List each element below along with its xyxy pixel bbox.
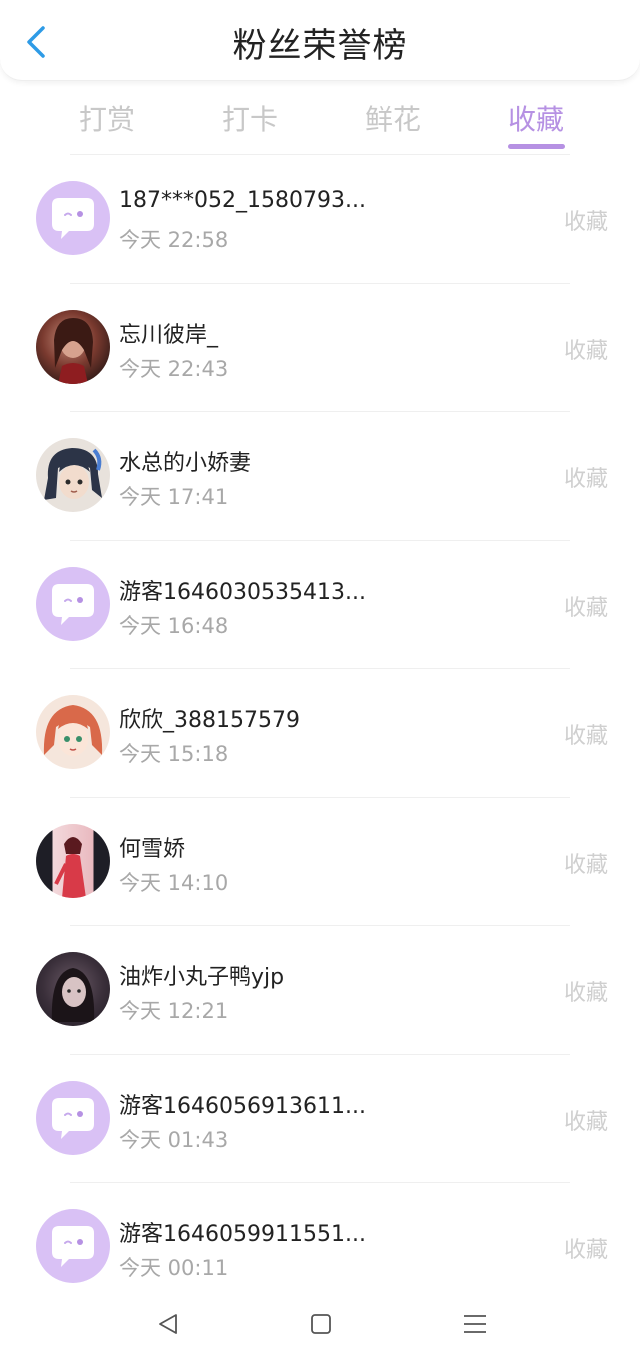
avatar[interactable] — [36, 181, 110, 255]
avatar[interactable] — [36, 566, 110, 641]
nav-back-button[interactable] — [148, 1304, 188, 1344]
active-tab-indicator — [508, 144, 565, 149]
list-item[interactable]: 187***052_1580793... 今天 22:58 收藏 — [0, 154, 640, 283]
list-item[interactable]: 游客1646030535413... 今天 16:48 收藏 — [0, 539, 640, 669]
tab-checkin[interactable]: 打卡 — [190, 98, 310, 138]
avatar[interactable] — [36, 1209, 110, 1283]
fan-name: 油炸小丸子鸭yjp — [119, 965, 285, 990]
fan-time: 今天 01:43 — [119, 1127, 229, 1152]
fan-time: 今天 22:43 — [119, 356, 229, 381]
avatar[interactable] — [36, 438, 110, 512]
action-label: 收藏 — [563, 981, 608, 1006]
fan-time: 今天 00:11 — [119, 1256, 229, 1280]
fan-name: 欣欣_388157579 — [119, 708, 300, 733]
fan-time: 今天 22:58 — [119, 228, 229, 252]
avatar[interactable] — [36, 309, 110, 384]
fan-time: 今天 17:41 — [119, 485, 229, 509]
user-photo-icon — [51, 968, 95, 1022]
list-item[interactable]: 何雪娇 今天 14:10 收藏 — [0, 796, 640, 926]
list-item[interactable]: 水总的小娇妻 今天 17:41 收藏 — [0, 411, 640, 540]
list-item[interactable]: 忘川彼岸_ 今天 22:43 收藏 — [0, 282, 640, 412]
tab-flowers[interactable]: 鲜花 — [333, 98, 453, 138]
avatar[interactable] — [36, 952, 110, 1026]
fan-list: 187***052_1580793... 今天 22:58 收藏 忘川彼岸_ 今… — [0, 154, 640, 1311]
tab-bar: 打赏 打卡 鲜花 收藏 — [0, 88, 640, 152]
avatar[interactable] — [36, 823, 110, 898]
divider — [70, 1182, 570, 1183]
action-label: 收藏 — [563, 595, 608, 621]
fan-name: 何雪娇 — [119, 836, 186, 862]
fan-name: 水总的小娇妻 — [119, 451, 252, 476]
action-label: 收藏 — [563, 210, 608, 235]
default-chat-avatar-icon — [52, 1226, 94, 1267]
action-label: 收藏 — [563, 724, 608, 749]
avatar[interactable] — [36, 695, 110, 769]
back-triangle-icon — [159, 1314, 177, 1334]
divider — [70, 668, 570, 669]
anime-avatar-icon — [44, 448, 102, 500]
top-bar: 粉丝荣誉榜 — [0, 0, 640, 81]
user-photo-icon — [54, 836, 86, 898]
fan-time: 今天 16:48 — [119, 613, 229, 638]
divider — [70, 539, 570, 541]
system-navigation-bar — [0, 1290, 640, 1359]
avatar[interactable] — [36, 1080, 110, 1155]
action-label: 收藏 — [563, 1238, 608, 1263]
fan-name: 游客1646030535413... — [119, 579, 366, 605]
tab-favorites[interactable]: 收藏 — [476, 98, 596, 138]
user-photo-icon — [54, 317, 93, 384]
divider — [70, 1053, 570, 1055]
action-label: 收藏 — [563, 1109, 608, 1135]
divider — [70, 925, 570, 926]
fan-time: 今天 15:18 — [119, 742, 229, 766]
action-label: 收藏 — [563, 338, 608, 364]
default-chat-avatar-icon — [52, 1097, 94, 1139]
page-title: 粉丝荣誉榜 — [232, 26, 408, 66]
fan-name: 游客1646059911551... — [119, 1222, 366, 1247]
menu-lines-icon — [464, 1315, 486, 1333]
default-chat-avatar-icon — [52, 583, 94, 625]
divider — [70, 154, 570, 155]
home-square-icon — [311, 1314, 331, 1334]
fan-name: 游客1646056913611... — [119, 1093, 366, 1119]
nav-menu-button[interactable] — [455, 1304, 495, 1344]
nav-home-button[interactable] — [301, 1304, 341, 1344]
divider — [70, 411, 570, 412]
list-item[interactable]: 游客1646056913611... 今天 01:43 收藏 — [0, 1053, 640, 1183]
tab-reward[interactable]: 打赏 — [47, 98, 167, 138]
divider — [70, 796, 570, 798]
fan-time: 今天 12:21 — [119, 999, 229, 1023]
fan-name: 187***052_1580793... — [119, 188, 366, 213]
divider — [70, 282, 570, 284]
action-label: 收藏 — [563, 852, 608, 878]
fan-name: 忘川彼岸_ — [119, 322, 219, 348]
anime-avatar-icon — [43, 705, 103, 756]
list-item[interactable]: 欣欣_388157579 今天 15:18 收藏 — [0, 668, 640, 797]
list-item[interactable]: 油炸小丸子鸭yjp 今天 12:21 收藏 — [0, 925, 640, 1054]
fan-time: 今天 14:10 — [119, 870, 229, 895]
action-label: 收藏 — [563, 467, 608, 492]
default-chat-avatar-icon — [52, 198, 94, 239]
